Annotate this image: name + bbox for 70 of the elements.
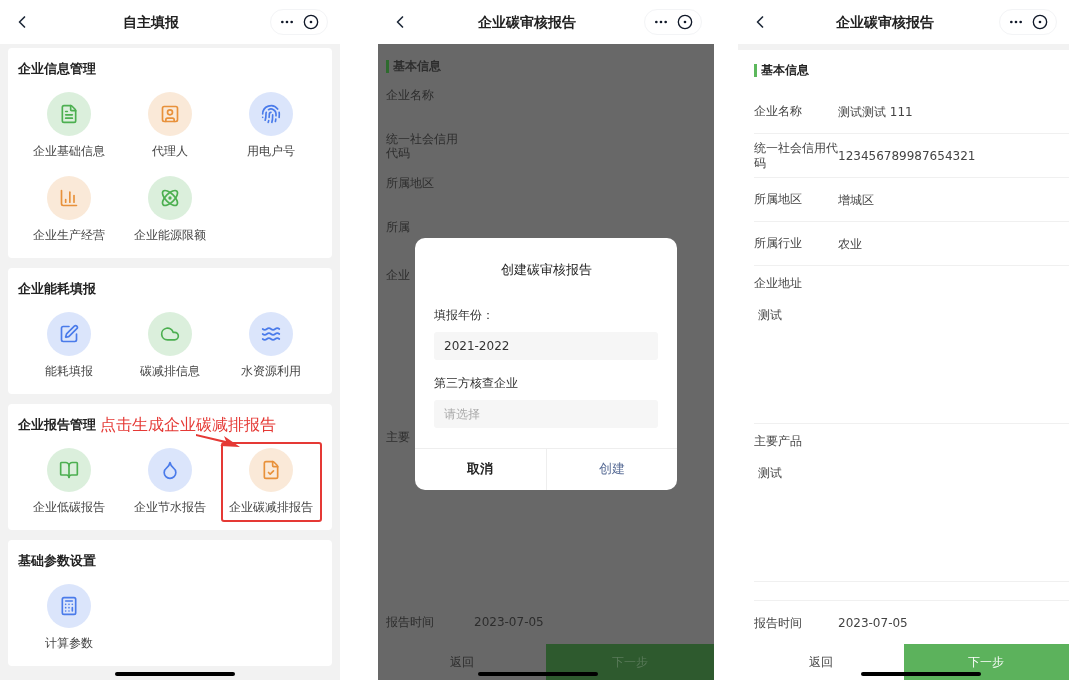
section-marker xyxy=(386,59,389,73)
field-label: 统一社会信用代码 xyxy=(754,141,838,170)
waves-icon xyxy=(261,324,282,344)
field-value: 测试 xyxy=(757,465,783,482)
field-value: 增城区 xyxy=(838,191,874,209)
section-title: 基本信息 xyxy=(393,58,441,75)
menu-item-label: 能耗填报 xyxy=(44,363,93,380)
menu-item-label: 企业碳减排报告 xyxy=(229,499,314,516)
annotation-arrow xyxy=(196,432,240,450)
field-label: 填报年份： xyxy=(434,306,495,324)
menu-item[interactable]: 企业碳减排报告 xyxy=(220,442,322,522)
select-field[interactable]: 2021-2022 xyxy=(434,331,658,360)
id-icon xyxy=(261,104,282,124)
field-value: 测试 xyxy=(757,307,783,324)
menu-item[interactable]: 企业生产经营 xyxy=(18,170,120,250)
menu-item[interactable]: 企业能源限额 xyxy=(119,170,221,250)
field-label: 主要产品 xyxy=(754,433,803,450)
section-title: 企业报告管理 xyxy=(18,416,96,435)
droplet-icon xyxy=(160,460,180,480)
menu-item-label: 企业低碳报告 xyxy=(32,499,105,516)
cloud-icon xyxy=(160,324,180,344)
close-icon[interactable] xyxy=(303,14,319,30)
menu-item[interactable]: 碳减排信息 xyxy=(119,306,221,386)
menu-item-label: 代理人 xyxy=(152,143,188,160)
menu-item-label: 企业能源限额 xyxy=(134,227,206,244)
book-icon xyxy=(58,460,79,480)
field-label: 所属地区 xyxy=(754,192,803,207)
menu-item[interactable]: 企业节水报告 xyxy=(119,442,221,522)
person-icon xyxy=(160,104,180,124)
section-title: 基本信息 xyxy=(761,62,809,79)
field-value: 农业 xyxy=(838,235,862,253)
edit-icon xyxy=(58,324,79,344)
field-label: 企业地址 xyxy=(754,275,803,292)
close-icon[interactable] xyxy=(677,14,693,30)
bar-chart-icon xyxy=(58,188,79,208)
page-title: 企业碳审核报告 xyxy=(834,12,935,32)
menu-item-label: 水资源利用 xyxy=(241,363,302,380)
section-title: 企业信息管理 xyxy=(18,60,96,79)
field-label: 第三方核查企业 xyxy=(434,374,519,392)
menu-item[interactable]: 计算参数 xyxy=(18,578,120,658)
field-label: 报告时间 xyxy=(754,614,803,632)
field-label: 企业名称 xyxy=(754,104,803,119)
section-title: 基础参数设置 xyxy=(18,552,96,571)
menu-item[interactable]: 代理人 xyxy=(119,86,221,166)
field-value: 2023-07-05 xyxy=(838,614,908,632)
menu-item[interactable]: 企业低碳报告 xyxy=(18,442,120,522)
field-label: 所属行业 xyxy=(754,236,803,251)
page-title: 自主填报 xyxy=(122,12,180,32)
field-value: 测试测试 111 xyxy=(838,103,913,121)
menu-item-label: 计算参数 xyxy=(44,635,93,652)
menu-item[interactable]: 用电户号 xyxy=(220,86,322,166)
field-value: 2023-07-05 xyxy=(474,614,544,631)
menu-item[interactable]: 能耗填报 xyxy=(18,306,120,386)
cancel-button[interactable]: 取消 xyxy=(415,448,547,490)
field-value: 123456789987654321 xyxy=(838,148,976,165)
menu-item-label: 碳减排信息 xyxy=(140,363,200,380)
annotation-text: 点击生成企业碳减排报告 xyxy=(100,414,276,436)
dialog-title: 创建碳审核报告 xyxy=(499,261,593,279)
create-button[interactable]: 创建 xyxy=(546,448,677,490)
atom-icon xyxy=(160,188,180,208)
menu-item-label: 企业生产经营 xyxy=(32,227,105,244)
page-title: 企业碳审核报告 xyxy=(477,12,577,32)
section-marker xyxy=(754,63,757,77)
close-icon[interactable] xyxy=(1032,14,1048,30)
section-title: 企业能耗填报 xyxy=(18,280,96,299)
menu-item[interactable]: 水资源利用 xyxy=(220,306,322,386)
menu-item[interactable]: 企业基础信息 xyxy=(18,86,120,166)
menu-item-label: 企业节水报告 xyxy=(134,499,206,516)
menu-item-label: 用电户号 xyxy=(247,143,296,160)
menu-item-label: 企业基础信息 xyxy=(32,143,105,160)
